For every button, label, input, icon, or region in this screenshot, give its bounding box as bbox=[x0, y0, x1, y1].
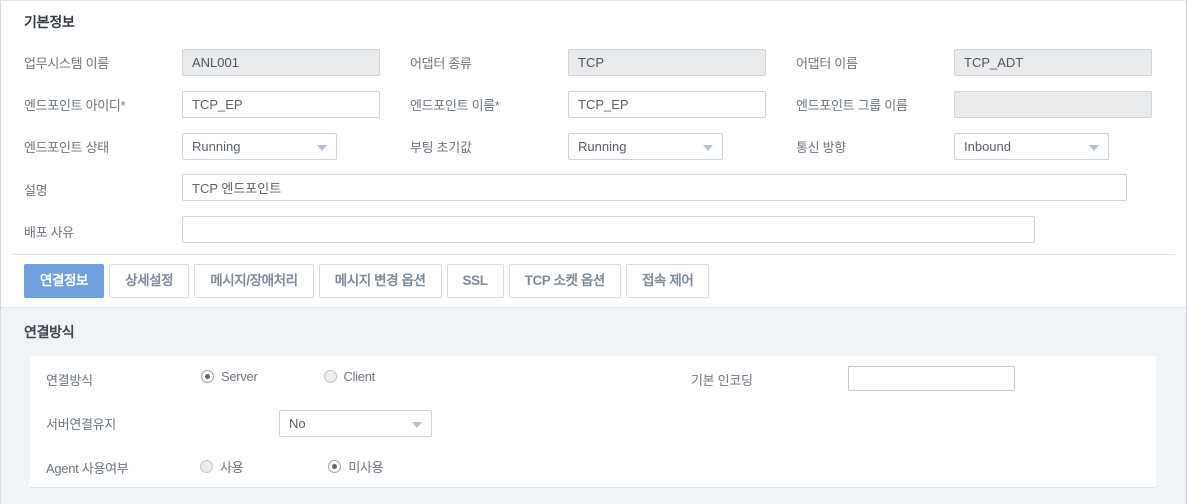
radio-dot-icon bbox=[328, 460, 342, 473]
endpoint-group-name-input[interactable] bbox=[954, 90, 1152, 118]
field-adapter-type: 어댑터 종류 bbox=[410, 41, 766, 83]
chevron-down-icon bbox=[412, 422, 422, 428]
tab-connection-info[interactable]: 연결정보 bbox=[24, 264, 105, 298]
chevron-down-icon bbox=[703, 144, 713, 151]
tab-message-fault-handling[interactable]: 메시지/장애처리 bbox=[194, 264, 314, 298]
deploy-reason-label: 배포 사유 bbox=[24, 225, 74, 240]
connection-method-label: 연결방식 bbox=[46, 373, 93, 388]
basic-info-grid: 업무시스템 이름 어댑터 종류 어댑터 이름 엔드포인트 아이디* bbox=[1, 41, 1186, 251]
agent-use-row: Agent 사용여부 사용 미사용 bbox=[30, 444, 1156, 488]
radio-agent-use[interactable]: 사용 bbox=[200, 457, 244, 476]
deploy-reason-input[interactable] bbox=[182, 216, 1035, 243]
endpoint-config-page: 기본정보 업무시스템 이름 어댑터 종류 어댑터 이름 bbox=[0, 0, 1187, 504]
tab-access-control[interactable]: 접속 제어 bbox=[625, 264, 710, 298]
field-label: 어댑터 종류 bbox=[410, 55, 472, 71]
connection-panel: 연결방식 연결방식 Server Client 기본 인코딩 서버연결유지 No… bbox=[1, 307, 1186, 504]
field-label: 엔드포인트 아이디* bbox=[24, 97, 126, 113]
connection-method-row: 연결방식 Server Client 기본 인코딩 bbox=[30, 356, 1156, 400]
default-encoding-label: 기본 인코딩 bbox=[691, 373, 753, 388]
keep-alive-label: 서버연결유지 bbox=[46, 417, 116, 432]
communication-direction-select[interactable]: Inbound bbox=[954, 132, 1109, 160]
basic-info-row-2: 엔드포인트 아이디* 엔드포인트 이름* 엔드포인트 그룹 이름 bbox=[1, 83, 1186, 125]
basic-info-title: 기본정보 bbox=[24, 14, 75, 30]
boot-default-select[interactable]: Running bbox=[568, 132, 723, 160]
field-label: 엔드포인트 그룹 이름 bbox=[796, 97, 908, 113]
field-endpoint-id: 엔드포인트 아이디* bbox=[24, 83, 380, 125]
radio-dot-icon bbox=[201, 370, 214, 383]
field-business-system-name: 업무시스템 이름 bbox=[24, 41, 380, 83]
radio-client[interactable]: Client bbox=[323, 369, 376, 384]
field-communication-direction: 통신 방향 Inbound bbox=[796, 125, 1109, 167]
field-label: 어댑터 이름 bbox=[796, 55, 858, 71]
connection-method-radio-group: Server Client bbox=[201, 369, 375, 384]
description-row: 설명 bbox=[1, 167, 1186, 209]
field-label: 엔드포인트 이름* bbox=[410, 97, 500, 113]
select-value: Running bbox=[578, 138, 627, 154]
radio-agent-unused[interactable]: 미사용 bbox=[328, 457, 384, 476]
keep-alive-select[interactable]: No bbox=[279, 410, 432, 437]
tab-bar: 연결정보 상세설정 메시지/장애처리 메시지 변경 옵션 SSL TCP 소켓 … bbox=[1, 264, 710, 299]
field-label: 부팅 초기값 bbox=[410, 139, 472, 155]
radio-label: Client bbox=[343, 369, 376, 384]
basic-info-row-1: 업무시스템 이름 어댑터 종류 어댑터 이름 bbox=[1, 41, 1186, 83]
select-value: Inbound bbox=[964, 138, 1011, 154]
field-label: 통신 방향 bbox=[796, 139, 846, 155]
field-adapter-name: 어댑터 이름 bbox=[796, 41, 1152, 83]
radio-dot-icon bbox=[323, 370, 337, 383]
radio-dot-icon bbox=[200, 460, 213, 473]
field-label: 엔드포인트 상태 bbox=[24, 139, 109, 155]
radio-label: 사용 bbox=[220, 460, 244, 475]
section-divider bbox=[12, 254, 1175, 255]
radio-server[interactable]: Server bbox=[201, 369, 258, 384]
field-endpoint-group-name: 엔드포인트 그룹 이름 bbox=[796, 83, 1152, 125]
agent-use-radio-group: 사용 미사용 bbox=[200, 457, 384, 476]
description-input[interactable] bbox=[182, 174, 1127, 201]
connection-panel-title: 연결방식 bbox=[24, 324, 75, 340]
keep-alive-row: 서버연결유지 No bbox=[30, 400, 1156, 444]
agent-use-label: Agent 사용여부 bbox=[46, 461, 129, 476]
radio-label: 미사용 bbox=[348, 460, 384, 475]
tab-message-change-options[interactable]: 메시지 변경 옵션 bbox=[318, 264, 442, 298]
select-value: Running bbox=[192, 138, 241, 154]
chevron-down-icon bbox=[317, 144, 327, 151]
adapter-name-input[interactable] bbox=[954, 48, 1152, 76]
tab-detail-settings[interactable]: 상세설정 bbox=[109, 264, 190, 298]
basic-info-section: 기본정보 업무시스템 이름 어댑터 종류 어댑터 이름 bbox=[1, 1, 1186, 255]
adapter-type-input[interactable] bbox=[568, 48, 766, 76]
field-endpoint-status: 엔드포인트 상태 Running bbox=[24, 125, 337, 167]
endpoint-status-select[interactable]: Running bbox=[182, 132, 337, 160]
tab-tcp-socket-options[interactable]: TCP 소켓 옵션 bbox=[508, 264, 621, 298]
field-boot-default: 부팅 초기값 Running bbox=[410, 125, 723, 167]
business-system-name-input[interactable] bbox=[182, 48, 380, 76]
tab-ssl[interactable]: SSL bbox=[446, 264, 504, 298]
field-label: 업무시스템 이름 bbox=[24, 55, 109, 71]
select-value: No bbox=[289, 416, 306, 431]
endpoint-id-input[interactable] bbox=[182, 90, 380, 118]
chevron-down-icon bbox=[1089, 144, 1099, 151]
radio-label: Server bbox=[221, 369, 258, 384]
field-endpoint-name: 엔드포인트 이름* bbox=[410, 83, 766, 125]
basic-info-row-3: 엔드포인트 상태 Running 부팅 초기값 Running 통신 방향 In… bbox=[1, 125, 1186, 167]
connection-panel-body: 연결방식 Server Client 기본 인코딩 서버연결유지 No Agen… bbox=[30, 356, 1156, 488]
description-label: 설명 bbox=[24, 183, 48, 198]
endpoint-name-input[interactable] bbox=[568, 90, 766, 118]
deploy-reason-row: 배포 사유 bbox=[1, 209, 1186, 251]
default-encoding-input[interactable] bbox=[848, 366, 1015, 391]
